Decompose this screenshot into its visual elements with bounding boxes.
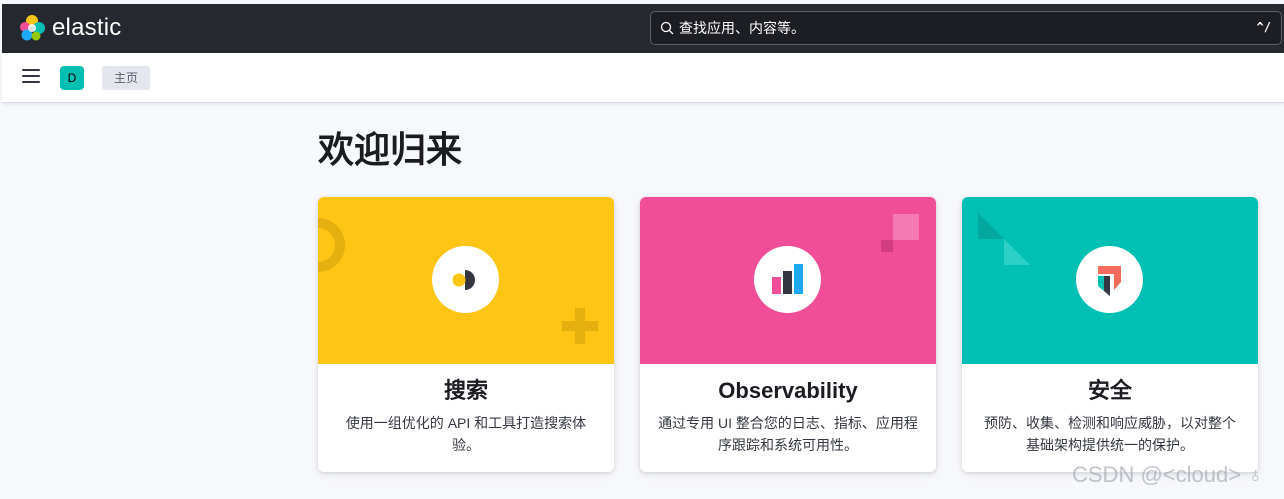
search-input[interactable] xyxy=(679,12,1239,44)
card-security-title: 安全 xyxy=(1087,378,1132,403)
card-search-title: 搜索 xyxy=(443,378,488,403)
card-observability[interactable]: Observability 通过专用 UI 整合您的日志、指标、应用程序跟踪和系… xyxy=(640,197,936,472)
card-search[interactable]: 搜索 使用一组优化的 API 和工具打造搜索体验。 xyxy=(318,197,614,472)
search-app-icon xyxy=(432,246,499,313)
space-avatar[interactable]: D xyxy=(60,66,84,90)
breadcrumb-bar: D 主页 xyxy=(2,53,1284,103)
elastic-logo-icon[interactable] xyxy=(18,14,46,42)
card-search-hero xyxy=(318,197,614,364)
menu-toggle-button[interactable] xyxy=(22,69,40,85)
card-observability-description: 通过专用 UI 整合您的日志、指标、应用程序跟踪和系统可用性。 xyxy=(658,415,918,453)
hamburger-icon xyxy=(22,69,40,71)
top-header: elastic ^/ xyxy=(2,4,1284,53)
card-security-description: 预防、收集、检测和响应威胁，以对整个基础架构提供统一的保护。 xyxy=(984,415,1236,453)
search-icon xyxy=(660,21,674,35)
card-security-hero xyxy=(962,197,1258,364)
global-search[interactable]: ^/ xyxy=(650,11,1282,45)
page-title: 欢迎归来 xyxy=(318,129,463,170)
brand-name[interactable]: elastic xyxy=(52,14,121,42)
card-search-description: 使用一组优化的 API 和工具打造搜索体验。 xyxy=(345,415,587,453)
breadcrumb-home[interactable]: 主页 xyxy=(102,66,151,90)
search-shortcut-hint: ^/ xyxy=(1256,20,1271,34)
card-observability-hero xyxy=(640,197,936,364)
watermark: CSDN @<cloud> ♁ xyxy=(1072,462,1264,487)
security-app-icon xyxy=(1076,246,1143,313)
observability-app-icon xyxy=(754,246,821,313)
card-security[interactable]: 安全 预防、收集、检测和响应威胁，以对整个基础架构提供统一的保护。 xyxy=(962,197,1258,472)
card-observability-title: Observability xyxy=(718,378,858,403)
